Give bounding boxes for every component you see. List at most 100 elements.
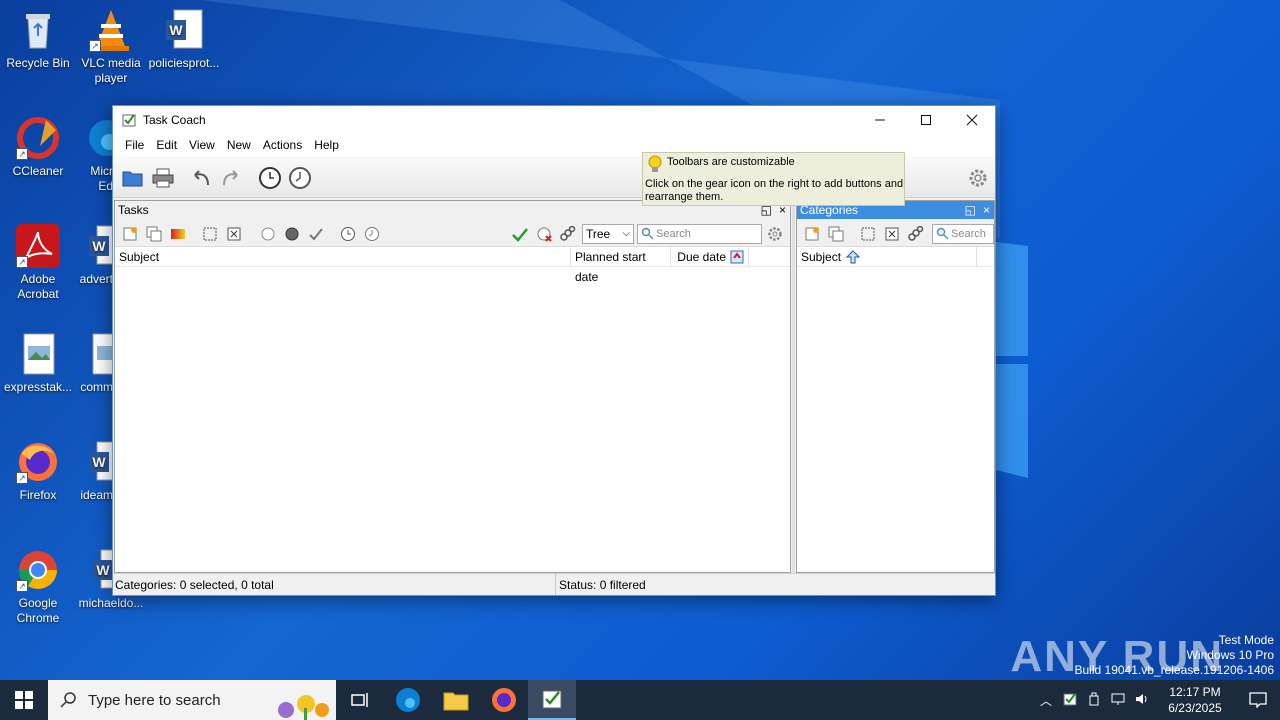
maximize-button[interactable] bbox=[903, 106, 949, 134]
taskbar-task-coach[interactable] bbox=[528, 680, 576, 720]
menu-file[interactable]: File bbox=[119, 138, 150, 152]
expand-all-icon[interactable] bbox=[859, 225, 877, 243]
task-coach-tray-icon[interactable] bbox=[1058, 691, 1082, 710]
pane-float-icon[interactable]: ◱ bbox=[965, 201, 976, 219]
delete-category-icon[interactable] bbox=[883, 225, 901, 243]
mark-completed-check-icon[interactable] bbox=[307, 225, 325, 243]
desktop-icon-firefox[interactable]: ↗ Firefox bbox=[0, 440, 76, 503]
menu-help[interactable]: Help bbox=[308, 138, 345, 152]
window-title: Task Coach bbox=[143, 113, 206, 127]
pane-gear-icon[interactable] bbox=[766, 225, 784, 243]
task-color-icon[interactable] bbox=[169, 225, 187, 243]
clock[interactable]: 12:17 PM 6/23/2025 bbox=[1154, 684, 1236, 716]
categories-list-area[interactable] bbox=[797, 267, 994, 571]
active-status-icon[interactable] bbox=[283, 225, 301, 243]
desktop-icon-policies-doc[interactable]: W policiesprot... bbox=[146, 8, 222, 71]
new-subcategory-icon[interactable] bbox=[827, 225, 845, 243]
tasks-search-input[interactable]: Search bbox=[637, 224, 762, 244]
volume-icon[interactable] bbox=[1130, 691, 1154, 710]
search-icon bbox=[60, 692, 76, 708]
desktop-icon-label: Micr Ed bbox=[90, 164, 113, 193]
desktop-icon-edge[interactable]: Micr Ed bbox=[73, 116, 113, 194]
undo-icon[interactable] bbox=[189, 166, 213, 190]
close-button[interactable] bbox=[949, 106, 995, 134]
tasks-pane-title: Tasks bbox=[118, 203, 149, 217]
print-icon[interactable] bbox=[151, 166, 175, 190]
desktop-icon-comm[interactable]: comm bbox=[73, 332, 113, 395]
pane-close-icon[interactable]: × bbox=[983, 201, 990, 219]
menu-edit[interactable]: Edit bbox=[150, 138, 183, 152]
desktop-icon-ideam-doc[interactable]: W ideam bbox=[73, 440, 113, 503]
start-effort-clock-icon[interactable] bbox=[339, 225, 357, 243]
column-due-date[interactable]: Due date bbox=[671, 247, 749, 267]
desktop-icon-label: advert bbox=[79, 272, 113, 286]
minimize-button[interactable] bbox=[857, 106, 903, 134]
stop-effort-clock-icon[interactable] bbox=[363, 225, 381, 243]
svg-text:W: W bbox=[96, 562, 110, 578]
delete-task-icon[interactable] bbox=[225, 225, 243, 243]
recycle-bin-icon bbox=[16, 8, 60, 52]
open-folder-icon[interactable] bbox=[121, 166, 145, 190]
firefox-icon bbox=[492, 688, 516, 712]
tasks-list-area[interactable] bbox=[115, 267, 790, 571]
new-category-icon[interactable] bbox=[803, 225, 821, 243]
usb-device-icon[interactable] bbox=[1082, 691, 1106, 710]
shortcut-arrow-icon: ↗ bbox=[16, 148, 28, 160]
filter-link-icon[interactable] bbox=[559, 225, 577, 243]
taskbar-search-box[interactable]: Type here to search bbox=[48, 680, 336, 720]
task-view-button[interactable] bbox=[336, 680, 384, 720]
sort-indicator-icon bbox=[730, 250, 744, 264]
desktop-icon-advert-doc[interactable]: W advert bbox=[73, 224, 113, 287]
categories-search-input[interactable]: Search bbox=[932, 224, 994, 244]
new-task-icon[interactable] bbox=[121, 225, 139, 243]
column-subject[interactable]: Subject bbox=[797, 247, 977, 267]
desktop-icon-label: VLC media player bbox=[81, 56, 141, 85]
filter-link-icon[interactable] bbox=[907, 225, 925, 243]
customize-toolbar-gear-icon[interactable] bbox=[966, 166, 990, 190]
stop-tracking-clock-icon[interactable] bbox=[288, 166, 312, 190]
menu-new[interactable]: New bbox=[221, 138, 257, 152]
desktop-icon-label: ideam bbox=[80, 488, 113, 502]
taskbar-edge[interactable] bbox=[384, 680, 432, 720]
windows-start-icon bbox=[15, 691, 33, 709]
categories-column-header: Subject bbox=[797, 247, 994, 267]
categories-toolbar: Search bbox=[797, 219, 994, 247]
inactive-status-icon[interactable] bbox=[259, 225, 277, 243]
notification-icon bbox=[1249, 692, 1267, 708]
folder-icon bbox=[443, 692, 469, 711]
start-button[interactable] bbox=[0, 680, 48, 720]
word-document-icon: W bbox=[85, 224, 113, 268]
redo-icon[interactable] bbox=[219, 166, 243, 190]
column-planned-start-date[interactable]: Planned start date bbox=[571, 247, 671, 284]
desktop-icon-recycle-bin[interactable]: Recycle Bin bbox=[0, 8, 76, 71]
taskbar-file-explorer[interactable] bbox=[432, 680, 480, 720]
task-view-icon bbox=[351, 693, 368, 707]
desktop-icon-vlc[interactable]: ↗ VLC media player bbox=[73, 8, 149, 86]
new-subtask-icon[interactable] bbox=[145, 225, 163, 243]
menu-actions[interactable]: Actions bbox=[257, 138, 308, 152]
desktop-icon-ccleaner[interactable]: ↗ CCleaner bbox=[0, 116, 76, 179]
column-subject[interactable]: Subject bbox=[115, 247, 571, 267]
status-categories: Categories: 0 selected, 0 total bbox=[115, 578, 274, 592]
taskbar-firefox[interactable] bbox=[480, 680, 528, 720]
view-mode-select[interactable]: Tree ⌵ bbox=[582, 224, 634, 244]
ccleaner-icon: ↗ bbox=[16, 116, 60, 160]
desktop-icon-google-chrome[interactable]: ↗ Google Chrome bbox=[0, 548, 76, 626]
desktop-icon-expresstak[interactable]: expresstak... bbox=[0, 332, 76, 395]
notification-center-button[interactable] bbox=[1236, 692, 1280, 708]
network-icon[interactable] bbox=[1106, 691, 1130, 710]
start-tracking-clock-icon[interactable] bbox=[258, 166, 282, 190]
filter-completed-check-icon[interactable] bbox=[511, 225, 529, 243]
title-bar[interactable]: Task Coach bbox=[113, 106, 995, 134]
expand-all-icon[interactable] bbox=[201, 225, 219, 243]
edge-icon bbox=[396, 688, 420, 712]
chevron-up-icon[interactable]: ︿ bbox=[1034, 692, 1058, 709]
filter-overdue-icon[interactable] bbox=[535, 225, 553, 243]
desktop-icon-adobe-acrobat[interactable]: ↗ Adobe Acrobat bbox=[0, 224, 76, 302]
search-highlight-flowers-icon bbox=[278, 695, 329, 720]
menu-view[interactable]: View bbox=[183, 138, 221, 152]
pane-splitter[interactable] bbox=[792, 200, 795, 573]
desktop-icon-label: expresstak... bbox=[3, 380, 73, 394]
search-icon bbox=[641, 227, 654, 240]
svg-text:W: W bbox=[169, 22, 183, 38]
